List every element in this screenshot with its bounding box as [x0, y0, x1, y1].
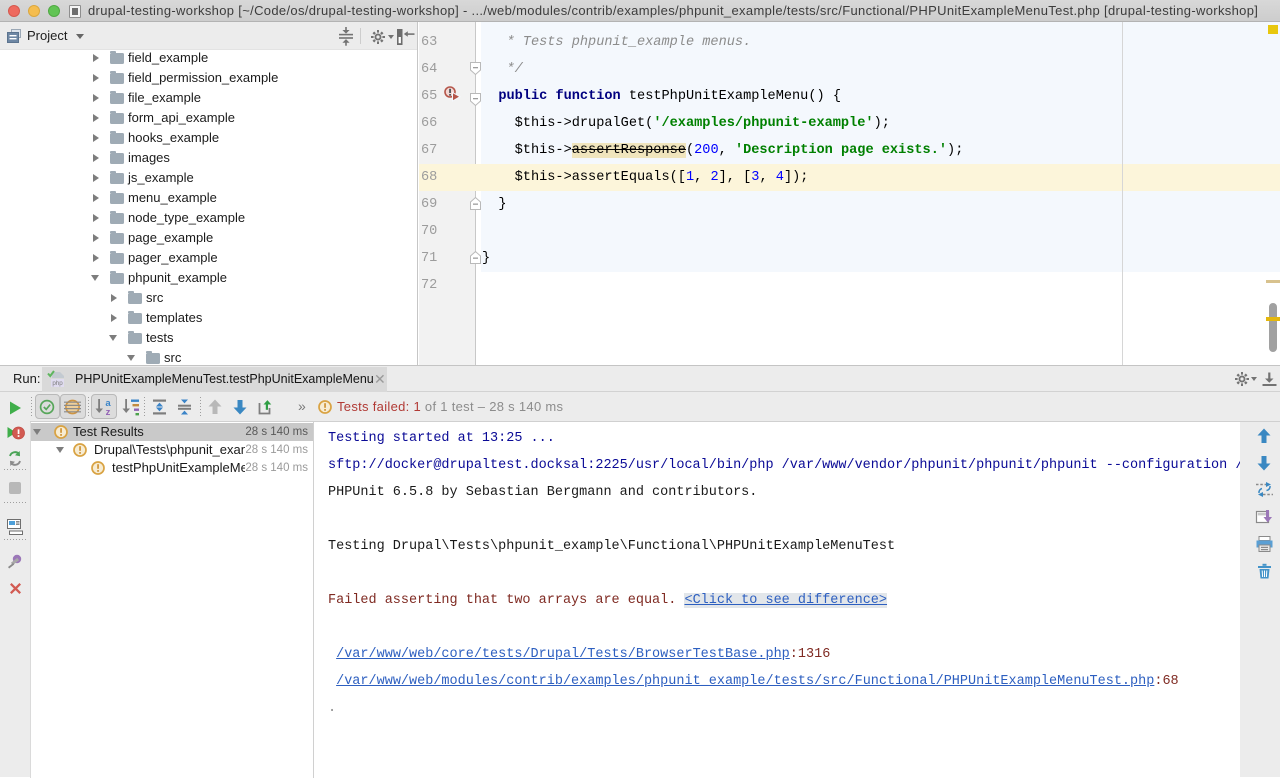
svg-text:php: php	[52, 380, 63, 387]
svg-text:z: z	[106, 407, 111, 418]
